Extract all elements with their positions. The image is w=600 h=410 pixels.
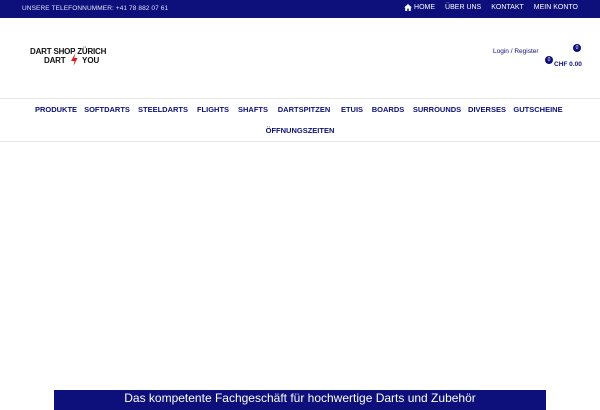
- nav-item-softdarts[interactable]: SOFTDARTS: [84, 105, 130, 114]
- account-link[interactable]: MEIN KONTO: [534, 4, 578, 11]
- logo-text-dart: DART: [44, 56, 66, 65]
- top-links: HOME ÜBER UNS KONTAKT MEIN KONTO: [404, 4, 578, 11]
- phone-number: UNSERE TELEFONNUMMER: +41 78 882 07 61: [22, 5, 169, 12]
- logo-text-you: YOU: [82, 56, 100, 65]
- nav-item-flights[interactable]: FLIGHTS: [197, 105, 229, 114]
- nav-item-diverses[interactable]: DIVERSES: [468, 105, 506, 114]
- nav-item-oeffnungszeiten[interactable]: ÖFFNUNGSZEITEN: [266, 126, 335, 135]
- nav-item-steeldarts[interactable]: STEELDARTS: [138, 105, 188, 114]
- nav-item-dartspitzen[interactable]: DARTSPITZEN: [278, 105, 331, 114]
- hero-section: Das kompetente Fachgeschäft für hochwert…: [0, 142, 600, 410]
- nav-item-etuis[interactable]: ETUIS: [341, 105, 363, 114]
- nav-item-produkte[interactable]: PRODUKTE: [35, 105, 77, 114]
- home-icon: [404, 4, 412, 11]
- nav-row-2: ÖFFNUNGSZEITEN: [0, 126, 600, 138]
- home-link-label: HOME: [414, 4, 436, 11]
- top-bar: UNSERE TELEFONNUMMER: +41 78 882 07 61 H…: [0, 0, 600, 18]
- nav-item-gutscheine[interactable]: GUTSCHEINE: [513, 105, 562, 114]
- login-register-link[interactable]: Login / Register: [493, 48, 539, 55]
- logo-text-top: DART SHOP ZÜRICH: [30, 47, 107, 56]
- nav-item-surrounds[interactable]: SURROUNDS: [413, 105, 461, 114]
- dart-4-icon: [71, 53, 78, 66]
- nav-item-boards[interactable]: BOARDS: [372, 105, 405, 114]
- about-link[interactable]: ÜBER UNS: [445, 4, 481, 11]
- cart-count-badge: 0: [545, 56, 553, 64]
- contact-link[interactable]: KONTAKT: [491, 4, 524, 11]
- nav-row-1: PRODUKTE SOFTDARTS STEELDARTS FLIGHTS SH…: [0, 105, 600, 117]
- site-logo[interactable]: DART SHOP ZÜRICH DART YOU: [30, 47, 120, 71]
- wishlist-count-badge: 0: [573, 44, 581, 52]
- main-nav: PRODUKTE SOFTDARTS STEELDARTS FLIGHTS SH…: [0, 98, 600, 142]
- cart-total: CHF 0.00: [554, 61, 582, 68]
- nav-item-shafts[interactable]: SHAFTS: [238, 105, 268, 114]
- hero-banner: Das kompetente Fachgeschäft für hochwert…: [54, 390, 546, 410]
- header: DART SHOP ZÜRICH DART YOU Login / Regist…: [0, 18, 600, 98]
- cart-widget[interactable]: 0 0 CHF 0.00: [544, 42, 584, 72]
- home-link[interactable]: HOME: [404, 4, 435, 11]
